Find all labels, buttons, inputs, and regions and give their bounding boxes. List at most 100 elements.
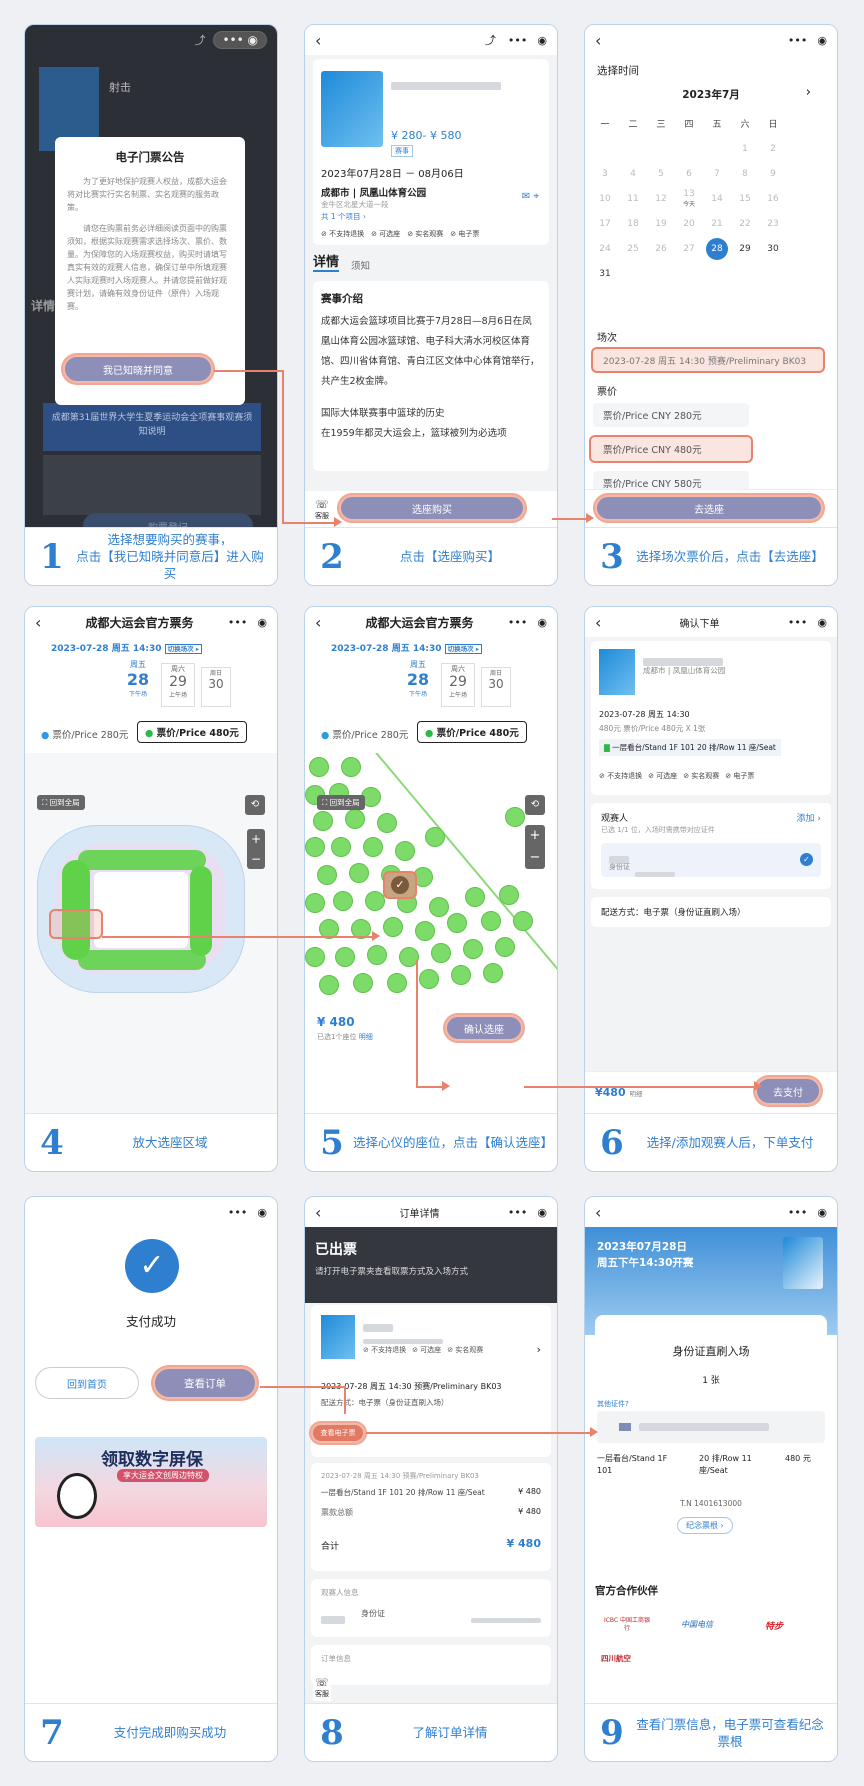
switch-session-button[interactable]: 切换场次 ▸: [444, 644, 483, 654]
day-30[interactable]: 周日 30: [201, 667, 231, 707]
session: 2023-07-28 周五 14:30 预赛/Preliminary BK03: [321, 1382, 502, 1391]
back-to-overview-button[interactable]: ⛶ 回到全局: [37, 795, 85, 810]
target-icon[interactable]: ◉: [257, 616, 267, 629]
event-title: 射击: [109, 81, 131, 94]
price-tab-280[interactable]: ● 票价/Price 280元: [41, 727, 128, 741]
back-icon[interactable]: ‹: [595, 31, 611, 50]
chevron-right-icon[interactable]: ›: [537, 1343, 541, 1356]
other-id-link[interactable]: 其他证件?: [597, 1399, 629, 1409]
more-icon[interactable]: •••: [788, 34, 807, 47]
back-icon[interactable]: ‹: [315, 31, 331, 50]
partner-xtep: 特步: [765, 1622, 784, 1632]
intro-card: 赛事介绍 成都大运会篮球项目比赛于7月28日—8月6日在凤凰山体育公园冰篮球馆、…: [313, 281, 549, 471]
select-seat-buy-button[interactable]: 选座购买: [339, 495, 525, 521]
agree-button[interactable]: 我已知晓并同意: [63, 355, 213, 383]
day-29[interactable]: 周六 29 上午场: [441, 663, 475, 707]
target-icon[interactable]: ◉: [817, 1206, 827, 1219]
zoom-control[interactable]: + −: [247, 829, 265, 869]
event-poster: [321, 1315, 355, 1359]
ticket-tags: ⊘ 不支持退换 ⊘ 可选座 ⊘ 实名观赛 ⊘ 电子票: [599, 772, 755, 780]
target-icon[interactable]: ◉: [537, 34, 547, 47]
more-icon[interactable]: •••: [228, 1206, 247, 1219]
switch-session-button[interactable]: 切换场次 ▸: [164, 644, 203, 654]
target-icon[interactable]: ◉: [537, 1206, 547, 1219]
page-title: 成都大运会官方票务: [85, 615, 194, 630]
step-text: 选择心仪的座位，点击【确认选座】: [353, 1135, 554, 1150]
session-option[interactable]: 2023-07-28 周五 14:30 预赛/Preliminary BK03: [603, 354, 806, 367]
entry-method: 身份证直刷入场: [672, 1345, 750, 1358]
back-icon[interactable]: ‹: [315, 613, 331, 632]
day-29[interactable]: 周六 29 上午场: [161, 663, 195, 707]
total-label: 合计: [321, 1542, 340, 1552]
price-tab-480[interactable]: ● 票价/Price 480元: [137, 721, 247, 743]
location-icon[interactable]: ✉ ⌖: [522, 191, 539, 202]
more-icon[interactable]: •••: [228, 616, 247, 629]
kefu-button[interactable]: ☏ 客服: [313, 1674, 331, 1701]
more-icon[interactable]: •••: [788, 616, 807, 629]
back-icon[interactable]: ‹: [595, 1203, 611, 1222]
viewer-item[interactable]: 身份证 ✓: [601, 843, 821, 877]
step-3-panel: ‹ ••• ◉ 选择时间 2023年7月 › 一二三四五六日 12 3456789 …: [584, 24, 838, 586]
ticket-register-button[interactable]: 购票登记: [83, 513, 253, 527]
step-2-panel: ‹ ⤴ ••• ◉ ¥ 280- ¥ 580 赛事 2023年07月28日 － 08月…: [304, 24, 558, 586]
more-icon[interactable]: •••: [508, 616, 527, 629]
tab-detail[interactable]: 详情: [313, 251, 340, 272]
screen-3: ‹ ••• ◉ 选择时间 2023年7月 › 一二三四五六日 12 3456789 …: [585, 25, 837, 527]
viewer-info-label: 观赛人信息: [321, 1588, 359, 1597]
price-option-480[interactable]: 票价/Price CNY 480元: [593, 437, 749, 461]
tab-notice[interactable]: 须知: [351, 258, 370, 272]
back-icon[interactable]: ‹: [595, 613, 611, 632]
detail-seat-price: ¥ 480: [518, 1487, 541, 1496]
back-to-overview-button[interactable]: ⛶ 回到全局: [317, 795, 365, 810]
step-text: 查看门票信息，电子票可查看纪念票根: [636, 1716, 824, 1749]
go-select-seat-button[interactable]: 去选座: [595, 495, 823, 521]
notice-table: [43, 455, 261, 515]
viewer-label: 观赛人: [601, 814, 629, 824]
more-icon[interactable]: •••: [788, 1206, 807, 1219]
projects-link[interactable]: 共 1 个项目 ›: [321, 211, 366, 222]
menu-capsule[interactable]: ••• ◉: [213, 31, 267, 49]
page-title: 成都大运会官方票务: [365, 615, 474, 630]
view-order-button[interactable]: 查看订单: [153, 1367, 257, 1399]
view-eticket-button[interactable]: 查看电子票: [311, 1423, 365, 1443]
partner-sichuan-airlines: 四川航空: [601, 1654, 631, 1663]
kefu-button[interactable]: ☏ 客服: [315, 498, 329, 521]
confirm-seat-button[interactable]: 确认选座: [445, 1015, 523, 1041]
step-number: 2: [320, 536, 344, 577]
price-tab-480[interactable]: ● 票价/Price 480元: [417, 721, 527, 743]
refresh-icon[interactable]: ⟲: [525, 795, 545, 815]
more-icon[interactable]: •••: [508, 34, 527, 47]
history-text: 在1959年都灵大运会上，篮球被列为必选项: [321, 428, 507, 439]
day-28[interactable]: 周五 28 下午场: [401, 659, 435, 709]
add-viewer-button[interactable]: 添加 ›: [797, 811, 821, 824]
pay-button[interactable]: 去支付: [755, 1077, 821, 1105]
viewer-card: 观赛人 添加 › 已选 1/1 位，入场时需携带对应证件 身份证 ✓: [591, 803, 831, 889]
seat-map-zoomed[interactable]: ✓: [305, 753, 557, 1003]
target-icon[interactable]: ◉: [817, 616, 827, 629]
selected-seat[interactable]: ✓: [383, 871, 417, 899]
digital-screensaver-banner[interactable]: 领取数字屏保 享大运会文创周边特权: [35, 1437, 267, 1527]
price-line: 480元 票价/Price 480元 X 1张: [599, 724, 706, 733]
screen-2: ‹ ⤴ ••• ◉ ¥ 280- ¥ 580 赛事 2023年07月28日 － 08月…: [305, 25, 557, 527]
target-icon[interactable]: ◉: [257, 1206, 267, 1219]
screen-5: ‹ 成都大运会官方票务 ••• ◉ 2023-07-28 周五 14:30 切换场次 …: [305, 607, 557, 1113]
price-tab-280[interactable]: ● 票价/Price 280元: [321, 727, 408, 741]
souvenir-stub-button[interactable]: 纪念票根 ›: [677, 1517, 733, 1534]
back-icon[interactable]: ‹: [315, 1203, 331, 1222]
ticket-count: 1 张: [702, 1376, 720, 1386]
next-month-icon[interactable]: ›: [806, 85, 811, 100]
day-28[interactable]: 周五 28 下午场: [121, 659, 155, 709]
zoom-control[interactable]: + −: [525, 825, 545, 869]
day-30[interactable]: 周日 30: [481, 667, 511, 707]
detail-tab[interactable]: 详情: [31, 297, 55, 314]
price-option-280[interactable]: 票价/Price CNY 280元: [593, 403, 749, 427]
target-icon[interactable]: ◉: [817, 34, 827, 47]
back-home-button[interactable]: 回到首页: [35, 1367, 139, 1399]
step-5-caption: 5 选择心仪的座位，点击【确认选座】: [305, 1113, 557, 1171]
more-icon[interactable]: •••: [508, 1206, 527, 1219]
back-icon[interactable]: ‹: [35, 613, 51, 632]
share-icon[interactable]: ⤴: [485, 32, 496, 48]
notice-banner: 成都第31届世界大学生夏季运动会全项赛事观赛须知说明: [43, 403, 261, 451]
target-icon[interactable]: ◉: [537, 616, 547, 629]
refresh-icon[interactable]: ⟲: [245, 795, 265, 815]
